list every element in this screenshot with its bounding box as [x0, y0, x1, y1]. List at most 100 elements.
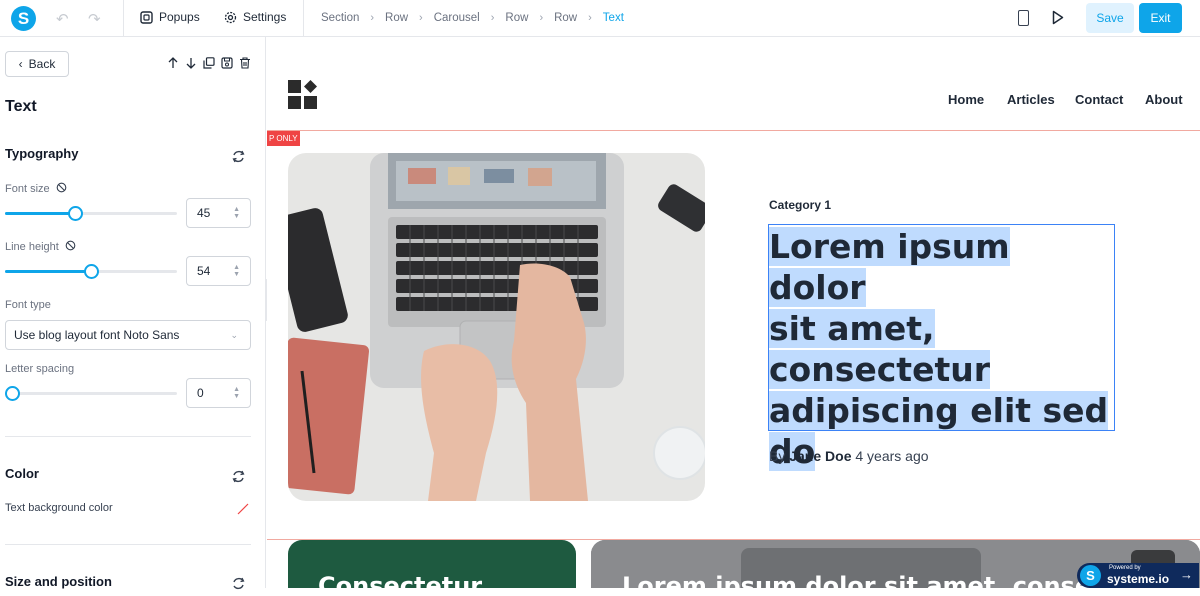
font-size-input[interactable]: 45 ▲ ▼	[186, 198, 251, 228]
duplicate-icon[interactable]	[203, 56, 215, 69]
size-position-title: Size and position	[5, 574, 112, 589]
back-label: Back	[28, 57, 56, 71]
post-card-title: Consectetur	[318, 572, 483, 588]
undo-icon[interactable]: ↶	[56, 10, 69, 28]
stepper-icon[interactable]: ▲ ▼	[233, 386, 240, 400]
line-height-slider[interactable]	[5, 264, 177, 279]
breadcrumb: Section › Row › Carousel › Row › Row › T…	[321, 12, 624, 24]
font-type-label: Font type	[5, 299, 51, 311]
letter-spacing-value: 0	[197, 386, 204, 400]
slider-fill	[5, 270, 91, 273]
chevron-left-icon: ‹	[18, 57, 23, 71]
popups-label: Popups	[159, 10, 200, 24]
slider-handle[interactable]	[5, 386, 20, 401]
font-size-slider[interactable]	[5, 206, 177, 221]
chevron-right-icon: ›	[588, 12, 592, 24]
line-height-label: Line height	[5, 240, 76, 254]
systeme-logo-icon: S	[1080, 565, 1101, 586]
powered-by-label: Powered by	[1109, 565, 1141, 571]
typography-title: Typography	[5, 146, 79, 161]
section-guide-line	[267, 130, 1200, 131]
reset-icon[interactable]	[231, 576, 246, 591]
byline-author[interactable]: Jane Doe	[789, 448, 851, 464]
font-type-select[interactable]: Use blog layout font Noto Sans ⌄	[5, 320, 251, 350]
breadcrumb-item[interactable]: Row	[505, 12, 528, 24]
site-logo-icon[interactable]	[288, 80, 318, 110]
breadcrumb-item-current[interactable]: Text	[603, 12, 624, 24]
disabled-icon[interactable]	[56, 182, 67, 196]
headline-line: adipiscing elit sed	[769, 391, 1109, 430]
exit-button[interactable]: Exit	[1139, 3, 1182, 33]
byline-prefix: By	[769, 448, 786, 464]
page-canvas: Home Articles Contact About P ONLY Categ…	[267, 37, 1200, 588]
disabled-icon[interactable]	[65, 240, 76, 254]
font-type-value: Use blog layout font Noto Sans	[14, 328, 180, 342]
popup-icon	[140, 10, 153, 24]
top-toolbar: S ↶ ↷ Popups Settings Section › Row › Ca…	[0, 0, 1200, 37]
headline-line: sit amet,	[769, 309, 935, 348]
nav-articles[interactable]: Articles	[1007, 92, 1055, 107]
breadcrumb-item[interactable]: Row	[554, 12, 577, 24]
letter-spacing-input[interactable]: 0 ▲ ▼	[186, 378, 251, 408]
post-card[interactable]: Consectetur	[288, 540, 576, 588]
color-title: Color	[5, 466, 39, 481]
powered-by-badge[interactable]: S Powered by systeme.io →	[1077, 563, 1199, 588]
stepper-icon[interactable]: ▲ ▼	[233, 264, 240, 278]
font-size-value: 45	[197, 206, 211, 220]
toolbar-divider	[303, 0, 304, 37]
toolbar-divider	[123, 0, 124, 37]
reset-icon[interactable]	[231, 149, 246, 164]
trash-icon[interactable]	[239, 56, 251, 69]
text-bg-color-label: Text background color	[5, 502, 113, 514]
hero-image[interactable]	[288, 153, 705, 501]
stepper-icon[interactable]: ▲ ▼	[233, 206, 240, 220]
chevron-right-icon: ›	[539, 12, 544, 24]
play-icon[interactable]	[1052, 10, 1064, 30]
divider	[5, 436, 251, 437]
font-size-label: Font size	[5, 182, 67, 196]
slider-handle[interactable]	[67, 206, 83, 221]
breadcrumb-item[interactable]: Row	[385, 12, 408, 24]
nav-home[interactable]: Home	[948, 92, 984, 107]
systeme-logo[interactable]: S	[11, 6, 36, 31]
chevron-right-icon: ›	[370, 12, 375, 24]
redo-icon[interactable]: ↷	[88, 10, 101, 28]
chevron-right-icon: ›	[419, 12, 423, 24]
slider-handle[interactable]	[83, 264, 99, 279]
mobile-preview-icon[interactable]	[1018, 10, 1029, 26]
back-button[interactable]: ‹ Back	[5, 51, 69, 77]
save-button[interactable]: Save	[1086, 3, 1134, 33]
popups-button[interactable]: Popups	[140, 10, 200, 24]
save-block-icon[interactable]	[221, 56, 233, 69]
nav-contact[interactable]: Contact	[1075, 92, 1123, 107]
chevron-down-icon: ⌄	[230, 330, 238, 340]
line-height-label-text: Line height	[5, 241, 59, 253]
font-size-label-text: Font size	[5, 183, 50, 195]
line-height-input[interactable]: 54 ▲ ▼	[186, 256, 251, 286]
headline-line: Lorem ipsum dolor	[769, 227, 1010, 307]
color-swatch-empty[interactable]	[236, 502, 250, 516]
byline-time: 4 years ago	[855, 448, 929, 464]
breadcrumb-item[interactable]: Section	[321, 12, 359, 24]
post-byline: By Jane Doe 4 years ago	[769, 448, 929, 464]
divider	[5, 544, 251, 545]
gear-icon	[224, 11, 237, 24]
settings-label: Settings	[243, 10, 287, 24]
move-up-icon[interactable]	[167, 56, 179, 68]
breadcrumb-item[interactable]: Carousel	[434, 12, 480, 24]
letter-spacing-label: Letter spacing	[5, 363, 75, 375]
line-height-value: 54	[197, 264, 211, 278]
post-headline[interactable]: Lorem ipsum dolor sit amet, consectetur …	[769, 226, 1114, 472]
chevron-right-icon: ›	[490, 12, 495, 24]
post-category[interactable]: Category 1	[769, 198, 831, 212]
move-down-icon[interactable]	[185, 56, 197, 69]
element-tools	[167, 56, 251, 69]
slider-fill	[5, 212, 74, 215]
letter-spacing-slider[interactable]	[5, 386, 177, 401]
visibility-tag: P ONLY	[267, 131, 300, 146]
reset-icon[interactable]	[231, 469, 246, 484]
headline-line: consectetur	[769, 350, 991, 389]
nav-about[interactable]: About	[1145, 92, 1183, 107]
settings-button[interactable]: Settings	[224, 10, 286, 24]
panel-title: Text	[5, 98, 37, 115]
